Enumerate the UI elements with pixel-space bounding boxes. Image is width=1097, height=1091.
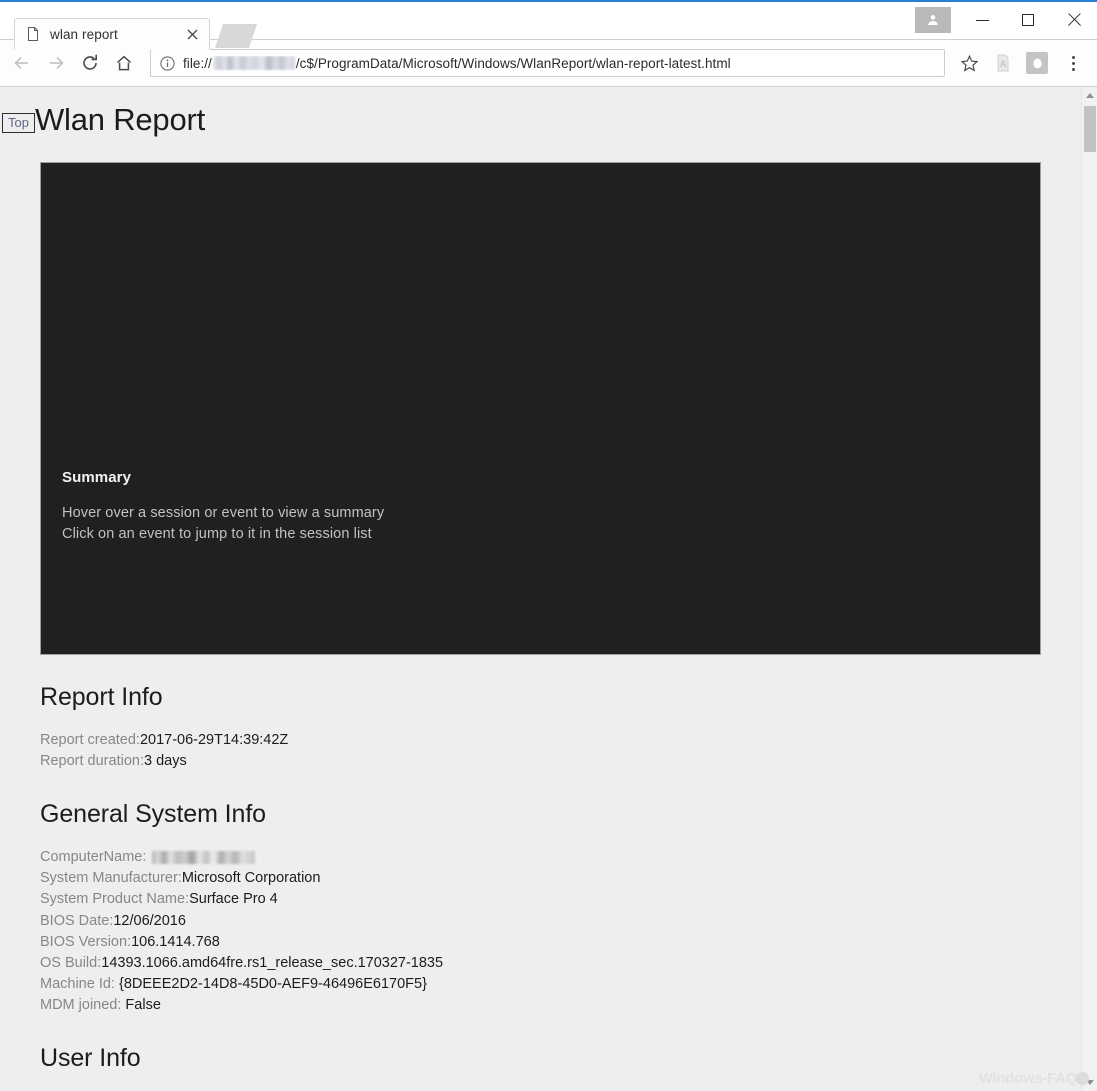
document-icon [25,26,41,42]
system-manufacturer-value: Microsoft Corporation [181,870,321,887]
summary-chart-panel[interactable]: Summary Hover over a session or event to… [40,161,1041,655]
user-profile-icon[interactable] [915,7,951,33]
report-info-heading: Report Info [40,682,163,711]
system-manufacturer-label: System Manufacturer: [40,870,182,887]
watermark: Windows-FAQ [979,1070,1089,1087]
system-product-name-value: Surface Pro 4 [189,891,278,908]
window-close-icon[interactable] [1051,5,1097,35]
page-header: Top Wlan Report [0,87,1081,140]
report-duration-row: Report duration:3 days [40,751,1081,772]
computer-name-row: ComputerName: [40,847,1081,868]
address-bar-text: file:// /c$/ProgramData/Microsoft/Windows… [183,56,938,71]
mdm-joined-row: MDM joined: False [40,995,1081,1016]
os-build-label: OS Build: [40,954,102,971]
scrollbar-thumb[interactable] [1084,106,1096,152]
summary-hint-line-1: Hover over a session or event to view a … [62,504,385,521]
report-duration-value: 3 days [143,752,187,769]
report-created-value: 2017-06-29T14:39:42Z [139,731,289,748]
report-created-row: Report created:2017-06-29T14:39:42Z [40,730,1081,751]
tab-wlan-report[interactable]: wlan report [14,18,210,50]
home-icon[interactable] [108,47,140,79]
os-build-row: OS Build:14393.1066.amd64fre.rs1_release… [40,953,1081,974]
extension-icon[interactable] [1023,49,1051,77]
watermark-badge-icon [1076,1072,1089,1085]
report-created-label: Report created: [40,731,140,748]
mdm-joined-value: False [125,997,161,1014]
summary-heading: Summary [62,468,132,486]
mdm-joined-label: MDM joined: [40,997,126,1014]
report-info-list: Report created:2017-06-29T14:39:42Z Repo… [40,730,1081,772]
system-manufacturer-row: System Manufacturer:Microsoft Corporatio… [40,868,1081,889]
redacted-host [212,56,295,70]
report-duration-label: Report duration: [40,752,144,769]
general-system-info-heading: General System Info [40,800,266,829]
computer-name-redacted-value [152,850,256,864]
top-anchor-link[interactable]: Top [2,113,35,133]
machine-id-value: {8DEEE2D2-14D8-45D0-AEF9-46496E6170F5} [119,976,427,992]
bios-version-value: 106.1414.768 [131,933,220,950]
bios-version-row: BIOS Version:106.1414.768 [40,932,1081,953]
info-circle-icon[interactable] [159,55,176,72]
arrow-left-icon[interactable] [6,47,38,79]
address-bar[interactable]: file:// /c$/ProgramData/Microsoft/Windows… [150,49,945,77]
reload-icon[interactable] [74,47,106,79]
pdf-extension-icon[interactable]: A [989,49,1017,77]
minimize-icon[interactable] [959,5,1005,35]
bios-date-value: 12/06/2016 [113,912,186,929]
general-system-info-list: ComputerName: System Manufacturer:Micros… [40,847,1081,1016]
page-viewport: Top Wlan Report Summary Hover over a ses… [0,87,1097,1091]
bios-version-label: BIOS Version: [40,933,132,950]
arrow-right-icon[interactable] [40,47,72,79]
close-icon[interactable] [183,25,201,43]
svg-text:A: A [1000,59,1006,69]
system-product-name-row: System Product Name:Surface Pro 4 [40,889,1081,910]
wlan-report-document: Top Wlan Report Summary Hover over a ses… [0,87,1081,1091]
browser-window: wlan report file:// /c$/ProgramData/Micr… [0,0,1097,1091]
bios-date-label: BIOS Date: [40,912,114,929]
scroll-up-arrow-icon[interactable] [1082,87,1097,104]
maximize-icon[interactable] [1005,5,1051,35]
machine-id-label: Machine Id: [40,976,119,992]
page-title: Wlan Report [34,102,206,137]
three-dots-menu-icon[interactable] [1059,48,1087,78]
summary-text-block: Summary Hover over a session or event to… [62,469,384,546]
watermark-text: Windows-FAQ [978,1070,1078,1087]
user-info-heading: User Info [40,1044,141,1073]
machine-id-row: Machine Id: {8DEEE2D2-14D8-45D0-AEF9-464… [40,974,1081,995]
summary-hint-line-2: Click on an event to jump to it in the s… [62,526,372,543]
url-path: /c$/ProgramData/Microsoft/Windows/WlanRe… [295,55,731,71]
url-scheme: file:// [183,55,212,71]
bios-date-row: BIOS Date:12/06/2016 [40,911,1081,932]
star-icon[interactable] [955,49,983,77]
window-controls [915,4,1097,36]
system-product-name-label: System Product Name: [40,891,190,908]
computer-name-label: ComputerName: [40,849,151,866]
os-build-value: 14393.1066.amd64fre.rs1_release_sec.1703… [101,954,444,971]
tab-title: wlan report [50,26,118,42]
tab-strip: wlan report [0,2,1097,50]
page-scrollbar[interactable] [1081,87,1097,1091]
